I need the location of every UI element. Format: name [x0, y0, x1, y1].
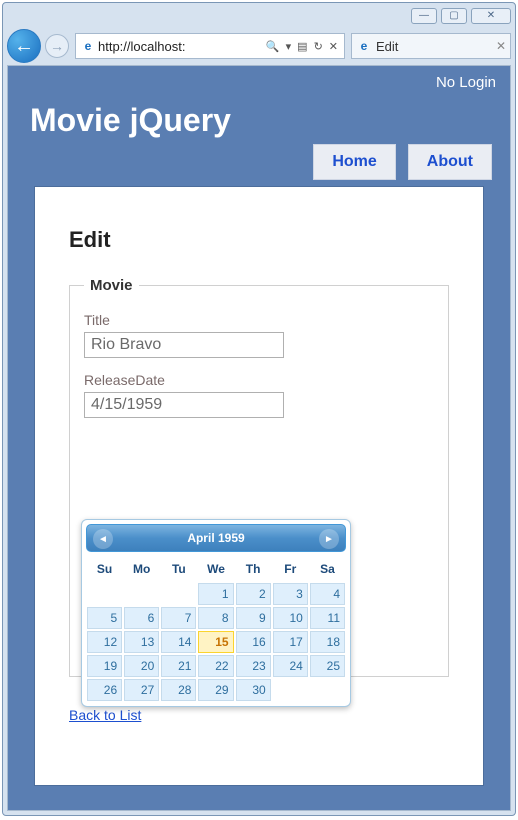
datepicker-day[interactable]: 10 — [273, 607, 308, 629]
browser-tab[interactable]: e Edit ✕ — [351, 33, 511, 59]
login-status[interactable]: No Login — [436, 74, 496, 91]
fieldset-legend: Movie — [84, 277, 139, 294]
datepicker-day[interactable]: 8 — [198, 607, 233, 629]
ie-icon: e — [356, 38, 372, 54]
datepicker-day[interactable]: 7 — [161, 607, 196, 629]
datepicker-day[interactable]: 9 — [236, 607, 271, 629]
ie-icon: e — [80, 38, 96, 54]
datepicker-day[interactable]: 11 — [310, 607, 345, 629]
browser-window: — ▢ ✕ ← → e http://localhost: 🔍 ▾ ▤ ↻ ✕ … — [2, 2, 516, 816]
datepicker-day-header: Fr — [272, 556, 309, 582]
datepicker-day[interactable]: 28 — [161, 679, 196, 701]
search-icon[interactable]: 🔍 — [264, 40, 282, 53]
chevron-right-icon: ► — [324, 534, 334, 545]
datepicker-day[interactable]: 23 — [236, 655, 271, 677]
title-label: Title — [84, 312, 434, 328]
back-button[interactable]: ← — [7, 29, 41, 63]
datepicker-day[interactable]: 14 — [161, 631, 196, 653]
datepicker-day[interactable]: 29 — [198, 679, 233, 701]
datepicker-day-header: Th — [235, 556, 272, 582]
window-titlebar: — ▢ ✕ — [3, 3, 515, 29]
datepicker-day[interactable]: 17 — [273, 631, 308, 653]
tab-title: Edit — [376, 39, 492, 54]
datepicker: ◄ April 1959 ► SuMoTuWeThFrSa 1234567891… — [81, 519, 351, 707]
title-input[interactable] — [84, 332, 284, 358]
datepicker-next-button[interactable]: ► — [319, 529, 339, 549]
arrow-right-icon: → — [50, 38, 64, 54]
datepicker-day[interactable]: 1 — [198, 583, 233, 605]
site-brand: Movie jQuery — [30, 102, 231, 139]
datepicker-prev-button[interactable]: ◄ — [93, 529, 113, 549]
datepicker-day[interactable]: 3 — [273, 583, 308, 605]
main-content: Edit Movie Title ReleaseDate Save Back t… — [34, 186, 484, 786]
refresh-icon[interactable]: ↻ — [312, 40, 325, 53]
datepicker-day[interactable]: 25 — [310, 655, 345, 677]
datepicker-day-header: Mo — [123, 556, 160, 582]
maximize-button[interactable]: ▢ — [441, 8, 467, 24]
datepicker-day[interactable]: 19 — [87, 655, 122, 677]
nav-about[interactable]: About — [408, 144, 492, 180]
datepicker-empty-cell — [86, 582, 123, 606]
url-text: http://localhost: — [98, 39, 262, 54]
datepicker-day[interactable]: 13 — [124, 631, 159, 653]
address-toolbar: ← → e http://localhost: 🔍 ▾ ▤ ↻ ✕ e Edit… — [3, 29, 515, 63]
datepicker-empty-cell — [272, 678, 309, 702]
arrow-left-icon: ← — [14, 35, 34, 58]
datepicker-day-header: Tu — [160, 556, 197, 582]
datepicker-day[interactable]: 4 — [310, 583, 345, 605]
datepicker-day[interactable]: 27 — [124, 679, 159, 701]
forward-button[interactable]: → — [45, 34, 69, 58]
datepicker-empty-cell — [123, 582, 160, 606]
site-nav: Home About — [313, 144, 492, 180]
back-to-list-link[interactable]: Back to List — [69, 707, 141, 723]
datepicker-grid: SuMoTuWeThFrSa 1234567891011121314151617… — [86, 556, 346, 702]
tab-close-icon[interactable]: ✕ — [496, 39, 506, 53]
datepicker-day[interactable]: 15 — [198, 631, 233, 653]
chevron-left-icon: ◄ — [98, 534, 108, 545]
address-bar[interactable]: e http://localhost: 🔍 ▾ ▤ ↻ ✕ — [75, 33, 345, 59]
datepicker-day[interactable]: 5 — [87, 607, 122, 629]
datepicker-day-header: Sa — [309, 556, 346, 582]
datepicker-day[interactable]: 26 — [87, 679, 122, 701]
datepicker-title: April 1959 — [187, 531, 244, 545]
compat-icon[interactable]: ▤ — [295, 40, 309, 53]
datepicker-day[interactable]: 12 — [87, 631, 122, 653]
datepicker-day[interactable]: 20 — [124, 655, 159, 677]
datepicker-day[interactable]: 16 — [236, 631, 271, 653]
nav-home[interactable]: Home — [313, 144, 395, 180]
datepicker-empty-cell — [309, 678, 346, 702]
releasedate-input[interactable] — [84, 392, 284, 418]
datepicker-header: ◄ April 1959 ► — [86, 524, 346, 552]
dropdown-icon[interactable]: ▾ — [284, 40, 294, 53]
datepicker-day-header: Su — [86, 556, 123, 582]
stop-icon[interactable]: ✕ — [327, 40, 340, 53]
datepicker-day[interactable]: 6 — [124, 607, 159, 629]
datepicker-day[interactable]: 18 — [310, 631, 345, 653]
page-viewport: No Login Movie jQuery Home About Edit Mo… — [7, 65, 511, 811]
datepicker-day-header: We — [197, 556, 234, 582]
datepicker-day[interactable]: 21 — [161, 655, 196, 677]
datepicker-day[interactable]: 30 — [236, 679, 271, 701]
datepicker-day[interactable]: 22 — [198, 655, 233, 677]
minimize-button[interactable]: — — [411, 8, 437, 24]
datepicker-day[interactable]: 24 — [273, 655, 308, 677]
page-heading: Edit — [69, 227, 449, 253]
releasedate-label: ReleaseDate — [84, 372, 434, 388]
datepicker-day[interactable]: 2 — [236, 583, 271, 605]
datepicker-empty-cell — [160, 582, 197, 606]
close-window-button[interactable]: ✕ — [471, 8, 511, 24]
